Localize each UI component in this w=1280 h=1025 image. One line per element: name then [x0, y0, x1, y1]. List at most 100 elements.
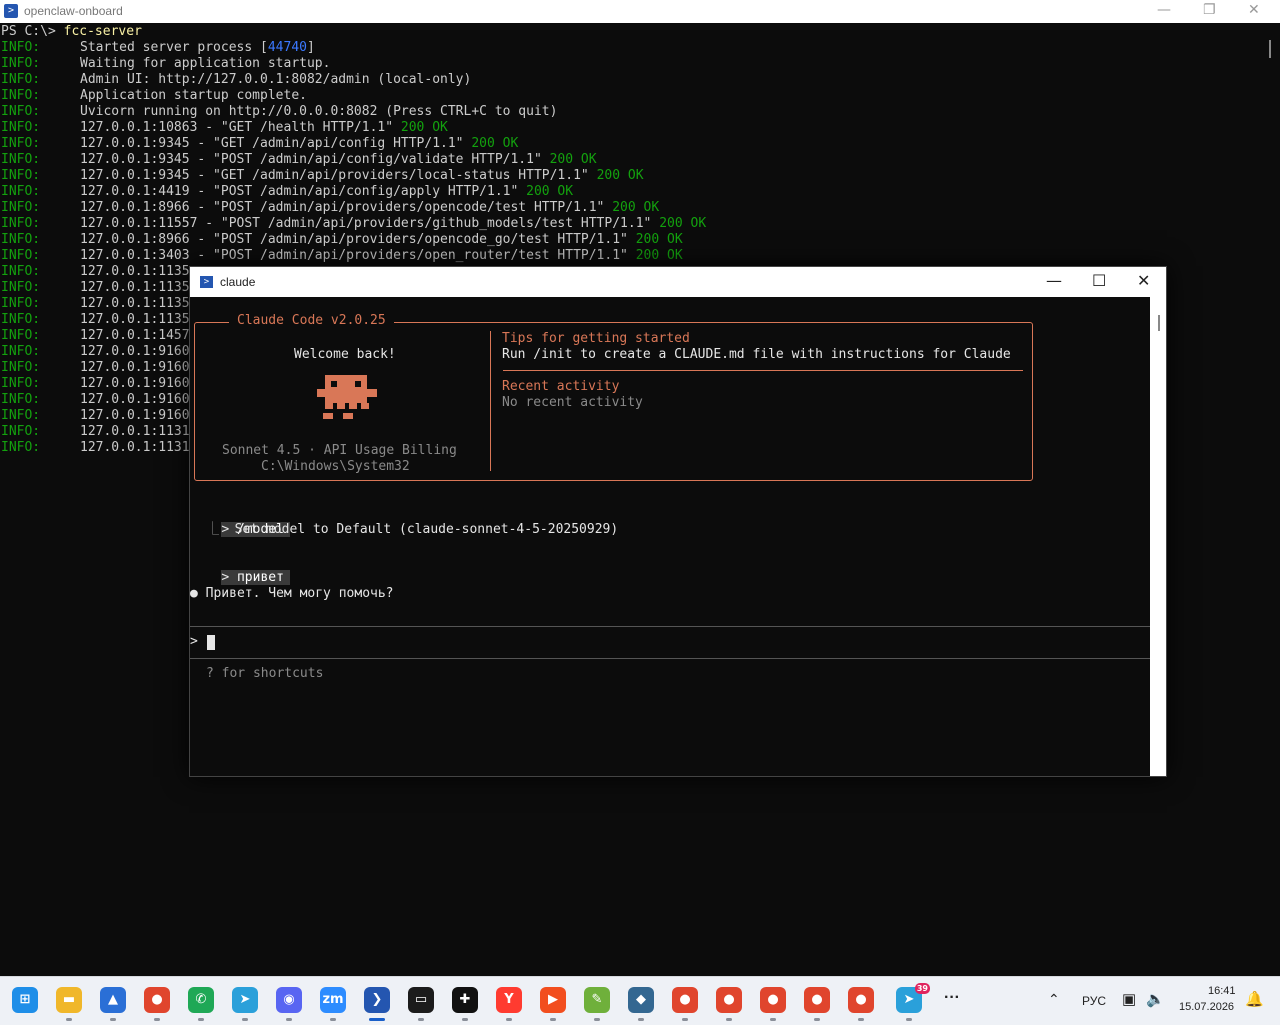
- claude-window[interactable]: > claude — ☐ ✕ Claude Code v2.0.25 Welco…: [189, 266, 1167, 777]
- status-ok: 200 OK: [635, 232, 683, 247]
- log-line: INFO: 127.0.0.1:1135: [1, 296, 190, 312]
- chrome-icon-4[interactable]: ●: [760, 987, 786, 1013]
- panel-divider-vertical: [490, 331, 491, 471]
- minimize-button[interactable]: —: [1157, 2, 1171, 18]
- restore-button[interactable]: ❐: [1203, 2, 1216, 18]
- claude-scroll-thumb[interactable]: [1158, 315, 1160, 331]
- result-text: Set model to Default (claude-sonnet-4-5-…: [234, 522, 619, 537]
- log-level: INFO:: [1, 360, 41, 375]
- result-marker-icon: ⎿: [206, 522, 220, 537]
- log-text: Application startup complete.: [80, 88, 307, 103]
- postgres-icon[interactable]: ◆: [628, 987, 654, 1013]
- status-ok: 200 OK: [471, 136, 519, 151]
- zoom-icon[interactable]: zm: [320, 987, 346, 1013]
- yandex-browser-icon[interactable]: Y: [496, 987, 522, 1013]
- windows-start-icon[interactable]: ⊞: [12, 987, 38, 1013]
- language-indicator[interactable]: РУС: [1082, 994, 1106, 1008]
- back-scrollbar[interactable]: [1269, 40, 1271, 58]
- terminal-icon[interactable]: ▭: [408, 987, 434, 1013]
- unread-badge: 39: [914, 983, 930, 994]
- running-indicator: [550, 1018, 556, 1021]
- log-text: 127.0.0.1:9345 - "GET /admin/api/config …: [80, 136, 472, 151]
- chrome-icon-2[interactable]: ●: [672, 987, 698, 1013]
- clock-time[interactable]: 16:41: [1208, 985, 1236, 997]
- log-text: 127.0.0.1:9160: [80, 344, 190, 359]
- file-explorer-icon[interactable]: ▬: [56, 987, 82, 1013]
- claude-window-titlebar[interactable]: > claude — ☐ ✕: [190, 267, 1166, 297]
- claude-scrollbar[interactable]: [1150, 297, 1166, 776]
- media-player-icon[interactable]: ▶: [540, 987, 566, 1013]
- telegram-icon-1[interactable]: ➤: [232, 987, 258, 1013]
- input-border-bottom: [190, 658, 1150, 659]
- log-text: 127.0.0.1:8966 - "POST /admin/api/provid…: [80, 200, 613, 215]
- input-border-top: [190, 626, 1150, 627]
- log-text: 127.0.0.1:9160: [80, 392, 190, 407]
- log-level: INFO:: [1, 408, 41, 423]
- running-indicator: [110, 1018, 116, 1021]
- network-icon[interactable]: ▣: [1122, 990, 1136, 1008]
- log-text: 127.0.0.1:1457: [80, 328, 190, 343]
- log-line: INFO: 127.0.0.1:8966 - "POST /admin/api/p…: [1, 200, 659, 216]
- volume-icon[interactable]: 🔈: [1146, 990, 1165, 1008]
- chrome-icon-5[interactable]: ●: [804, 987, 830, 1013]
- log-level: INFO:: [1, 40, 41, 55]
- running-indicator: [330, 1018, 336, 1021]
- notepad-icon[interactable]: ✎: [584, 987, 610, 1013]
- notification-bell-icon[interactable]: 🔔: [1245, 990, 1264, 1008]
- chrome-icon-3[interactable]: ●: [716, 987, 742, 1013]
- log-text: ]: [306, 40, 315, 55]
- powershell-icon[interactable]: ❯: [364, 987, 390, 1013]
- log-text: 127.0.0.1:1135: [80, 264, 190, 279]
- log-level: INFO:: [1, 200, 41, 215]
- log-line: INFO: 127.0.0.1:4419 - "POST /admin/api/c…: [1, 184, 573, 200]
- log-level: INFO:: [1, 232, 41, 247]
- log-level: INFO:: [1, 184, 41, 199]
- log-level: INFO:: [1, 168, 41, 183]
- discord-icon[interactable]: ◉: [276, 987, 302, 1013]
- overflow-menu-icon[interactable]: ···: [944, 989, 960, 1007]
- log-text: 127.0.0.1:1135: [80, 312, 190, 327]
- running-indicator: [770, 1018, 776, 1021]
- command-line: PS C:\> fcc-server: [1, 24, 142, 40]
- log-level: INFO:: [1, 88, 41, 103]
- capcut-icon[interactable]: ✚: [452, 987, 478, 1013]
- user-message: > привет: [190, 554, 290, 585]
- log-level: INFO:: [1, 248, 41, 263]
- log-level: INFO:: [1, 104, 41, 119]
- back-window-titlebar[interactable]: > openclaw-onboard — ❐ ✕: [0, 0, 1280, 23]
- log-line: INFO: 127.0.0.1:11557 - "POST /admin/api/…: [1, 216, 706, 232]
- shortcuts-hint: ? for shortcuts: [206, 666, 324, 681]
- log-line: INFO: 127.0.0.1:1135: [1, 280, 190, 296]
- recent-activity-text: No recent activity: [502, 395, 643, 410]
- log-line: INFO: 127.0.0.1:9160: [1, 408, 190, 424]
- chrome-icon-1[interactable]: ●: [144, 987, 170, 1013]
- log-text: Waiting for application startup.: [80, 56, 331, 71]
- taskbar: ⊞ ▬ ▲ ● ✆ ➤ ◉ zm ❯ ▭ ✚ Y ▶ ✎ ◆ ● ● ● ● ● ➤ 39 ··· ⌃ РУС ▣ 🔈 1…: [0, 976, 1280, 1025]
- log-line: INFO: 127.0.0.1:9160: [1, 344, 190, 360]
- maximize-button[interactable]: ☐: [1092, 271, 1106, 290]
- log-level: INFO:: [1, 424, 41, 439]
- log-line: INFO: Application startup complete.: [1, 88, 307, 104]
- close-button[interactable]: ✕: [1137, 271, 1150, 290]
- analytics-icon[interactable]: ▲: [100, 987, 126, 1013]
- log-level: INFO:: [1, 56, 41, 71]
- minimize-button[interactable]: —: [1046, 271, 1062, 290]
- claude-window-title: claude: [220, 275, 256, 289]
- status-ok: 200 OK: [549, 152, 597, 167]
- status-ok: 200 OK: [596, 168, 644, 183]
- clock-date[interactable]: 15.07.2026: [1179, 1001, 1234, 1013]
- log-line: INFO: Admin UI: http://127.0.0.1:8082/adm…: [1, 72, 471, 88]
- running-indicator: [198, 1018, 204, 1021]
- show-hidden-icons-chevron-icon[interactable]: ⌃: [1048, 991, 1060, 1008]
- active-app-indicator: [369, 1018, 385, 1021]
- log-level: INFO:: [1, 392, 41, 407]
- log-level: INFO:: [1, 440, 41, 455]
- close-button[interactable]: ✕: [1248, 2, 1260, 18]
- log-line: INFO: 127.0.0.1:1457: [1, 328, 190, 344]
- whatsapp-icon[interactable]: ✆: [188, 987, 214, 1013]
- telegram-icon-2[interactable]: ➤ 39: [896, 983, 930, 1013]
- chrome-icon-6[interactable]: ●: [848, 987, 874, 1013]
- text-cursor[interactable]: [207, 635, 215, 650]
- log-text: 127.0.0.1:8966 - "POST /admin/api/provid…: [80, 232, 636, 247]
- log-text: 127.0.0.1:10863 - "GET /health HTTP/1.1": [80, 120, 401, 135]
